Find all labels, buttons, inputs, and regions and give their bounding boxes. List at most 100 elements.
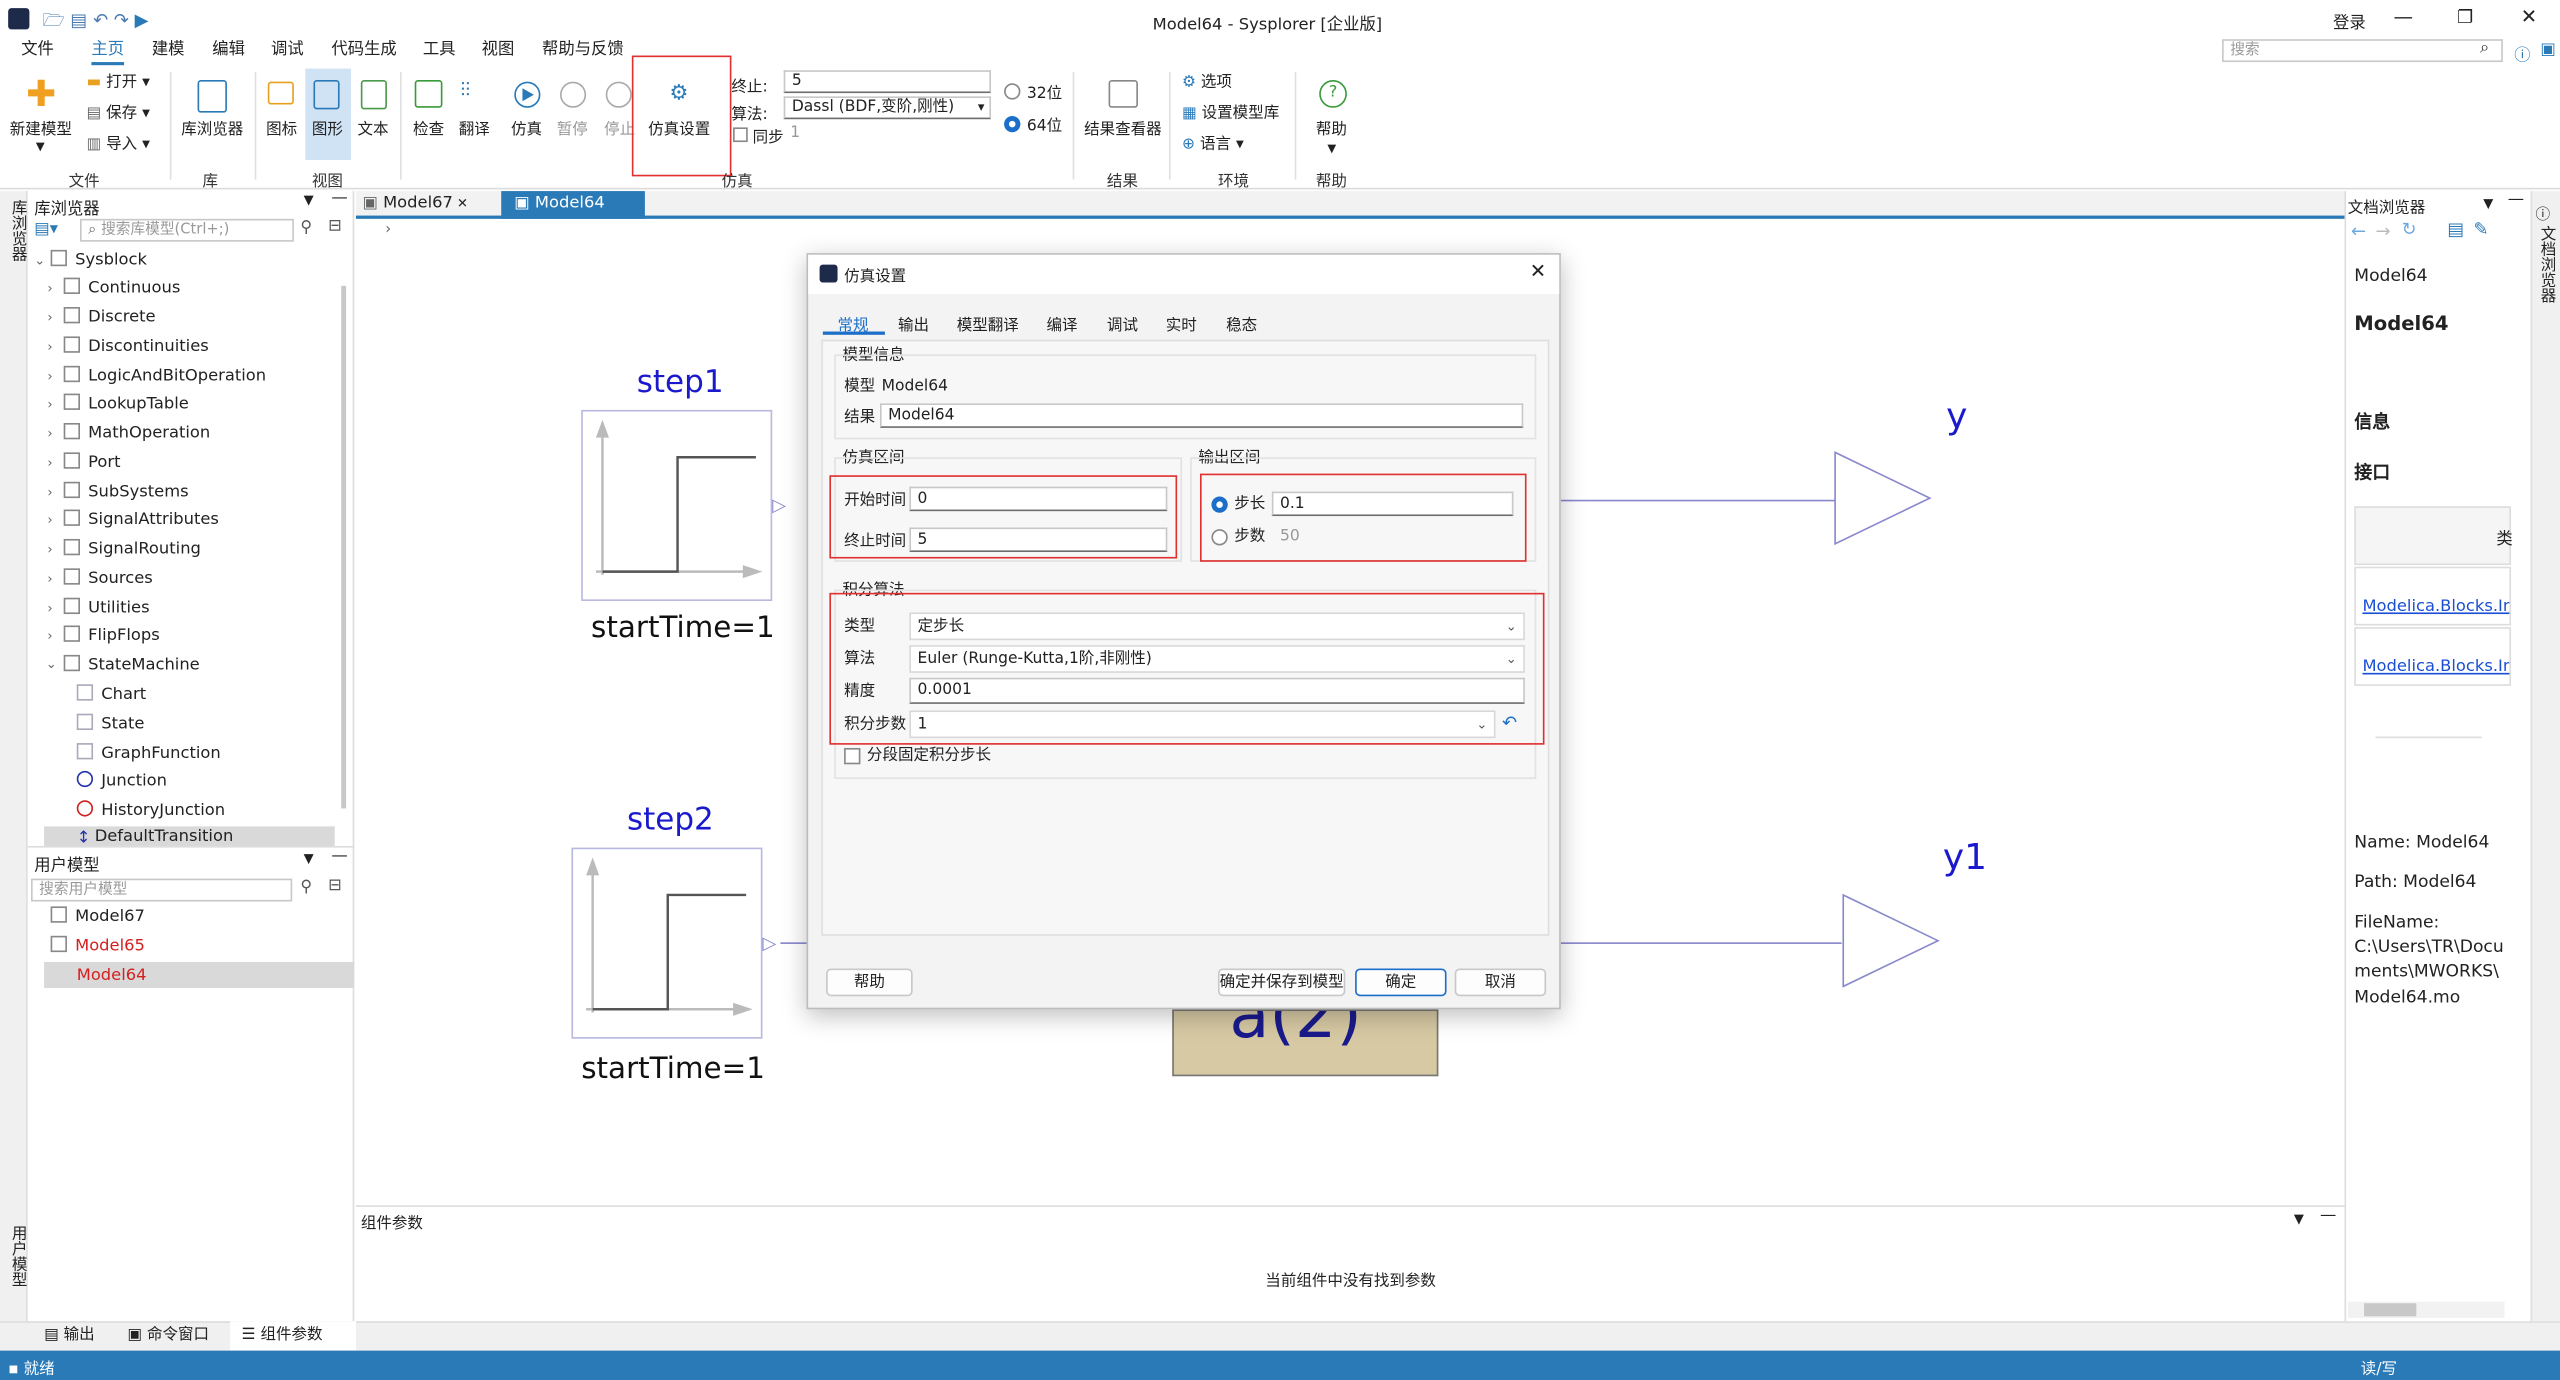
folder-icon[interactable]: 🗁 xyxy=(42,10,64,31)
side-tab-library[interactable]: 库浏览器 xyxy=(5,199,28,261)
menu-file[interactable]: 文件 xyxy=(21,39,54,62)
forward-icon[interactable]: → xyxy=(2376,220,2391,241)
collapse-all-icon[interactable]: ⊟ xyxy=(328,217,342,235)
stop-time-input[interactable]: 5 xyxy=(783,70,992,94)
diagram-view-icon[interactable] xyxy=(313,80,340,110)
menu-edit[interactable]: 编辑 xyxy=(212,39,245,62)
panel-close-icon[interactable]: — xyxy=(2320,1207,2336,1225)
open-button[interactable]: ▬ 打开 ▾ xyxy=(87,73,150,93)
algorithm-select[interactable]: Dassl (BDF,变阶,刚性) ▾ xyxy=(783,96,992,120)
redo-icon[interactable]: ↷ xyxy=(114,10,129,31)
check-button[interactable]: 检查 xyxy=(413,121,444,141)
menu-home[interactable]: 主页 xyxy=(91,39,124,62)
save-icon[interactable]: ▤ xyxy=(70,10,87,31)
menu-debug[interactable]: 调试 xyxy=(271,39,304,62)
bit32-radio[interactable] xyxy=(1004,83,1021,100)
check-icon[interactable] xyxy=(414,80,443,108)
tree-item[interactable]: Sources xyxy=(63,568,153,591)
tab-steady[interactable]: 稳态 xyxy=(1226,312,1257,335)
panel-menu-icon[interactable]: ▼ xyxy=(304,193,314,208)
chevron-down-icon[interactable]: ▼ xyxy=(1327,142,1336,155)
filter-icon[interactable]: ⚲ xyxy=(300,219,312,237)
user-search-input[interactable]: 搜索用户模型 xyxy=(31,878,293,902)
language-button[interactable]: ⊕ 语言 ▾ xyxy=(1182,136,1244,156)
user-model-item-selected[interactable]: Model64 xyxy=(77,965,147,988)
tab-realtime[interactable]: 实时 xyxy=(1166,312,1197,335)
panel-toggle-icon[interactable]: ▣ xyxy=(2540,41,2555,59)
tree-item-graphfunction[interactable]: GraphFunction xyxy=(76,743,221,766)
pause-icon[interactable] xyxy=(559,81,587,108)
menu-codegen[interactable]: 代码生成 xyxy=(331,39,396,62)
translate-icon[interactable]: ⫶⫶ xyxy=(460,78,470,102)
ok-button[interactable]: 确定 xyxy=(1355,968,1447,997)
new-model-button[interactable]: 新建模型 xyxy=(10,121,72,141)
library-browser-icon[interactable] xyxy=(197,80,227,113)
chevron-right-icon[interactable]: › xyxy=(47,513,52,528)
panel-close-icon[interactable]: — xyxy=(331,189,347,207)
tab-component-params[interactable]: ☰ 组件参数 xyxy=(242,1324,323,1347)
tree-item[interactable]: Discontinuities xyxy=(63,336,209,359)
tree-item[interactable]: MathOperation xyxy=(63,422,210,446)
menu-help-feedback[interactable]: 帮助与反馈 xyxy=(542,39,624,62)
menu-modeling[interactable]: 建模 xyxy=(152,39,185,62)
chevron-right-icon[interactable]: › xyxy=(47,340,52,355)
simulate-button[interactable]: 仿真 xyxy=(511,121,542,141)
info-icon[interactable]: ⓘ xyxy=(2536,203,2551,223)
tab-model64[interactable]: ▣ Model64 xyxy=(501,191,645,219)
tab-compile[interactable]: 编译 xyxy=(1047,312,1078,335)
global-search-input[interactable]: 搜索 xyxy=(2222,39,2503,63)
close-icon[interactable]: ✕ xyxy=(453,196,468,211)
tree-item[interactable]: SignalAttributes xyxy=(63,509,219,533)
library-scrollbar[interactable] xyxy=(341,285,347,809)
icon-view-button[interactable]: 图标 xyxy=(266,121,297,141)
panel-close-icon[interactable]: — xyxy=(331,848,347,866)
help-circle-icon[interactable]: ⓘ xyxy=(2514,41,2530,65)
refresh-icon[interactable]: ↻ xyxy=(2402,219,2417,240)
simulate-icon[interactable] xyxy=(514,81,541,108)
result-viewer-icon[interactable] xyxy=(1108,80,1138,108)
tree-item[interactable]: LogicAndBitOperation xyxy=(63,365,266,389)
chevron-down-icon[interactable]: ▼ xyxy=(36,140,45,153)
tree-item[interactable]: Continuous xyxy=(63,277,180,301)
save-button[interactable]: ▤ 保存 ▾ xyxy=(87,105,150,125)
menu-tools[interactable]: 工具 xyxy=(423,39,456,62)
breadcrumb-chevron-icon[interactable]: › xyxy=(385,222,391,238)
search-icon[interactable]: ⌕ xyxy=(2480,39,2489,57)
user-model-item[interactable]: Model67 xyxy=(50,906,145,929)
import-button[interactable]: ▥ 导入 ▾ xyxy=(87,136,150,156)
chevron-right-icon[interactable]: › xyxy=(47,485,52,500)
help-button[interactable]: 帮助 xyxy=(826,968,913,997)
library-search-input[interactable]: ⌕ 搜索库模型(Ctrl+;) xyxy=(79,218,294,242)
step1-block[interactable] xyxy=(581,409,773,601)
tree-item-historyjunction[interactable]: HistoryJunction xyxy=(76,800,225,823)
pause-button[interactable]: 暂停 xyxy=(557,121,588,141)
maximize-icon[interactable]: ❐ xyxy=(2457,7,2473,28)
chevron-right-icon[interactable]: › xyxy=(47,542,52,557)
tab-output[interactable]: ▤ 输出 xyxy=(44,1324,95,1347)
doc-link[interactable]: Modelica.Blocks.In xyxy=(2362,658,2509,676)
translate-button[interactable]: 翻译 xyxy=(459,121,490,141)
tab-debug[interactable]: 调试 xyxy=(1107,312,1138,335)
help-button[interactable]: 帮助 xyxy=(1316,121,1347,141)
tree-item[interactable]: Utilities xyxy=(63,597,150,621)
chevron-right-icon[interactable]: › xyxy=(47,369,52,384)
piecewise-checkbox[interactable] xyxy=(844,747,861,765)
library-browser-button[interactable]: 库浏览器 xyxy=(181,121,243,141)
doc-link[interactable]: Modelica.Blocks.In xyxy=(2362,598,2509,616)
run-icon[interactable]: ▶ xyxy=(135,10,149,31)
cancel-button[interactable]: 取消 xyxy=(1454,968,1547,997)
minimize-icon[interactable]: — xyxy=(2393,5,2413,28)
chevron-right-icon[interactable]: › xyxy=(47,456,52,471)
chevron-down-icon[interactable]: ⌄ xyxy=(34,253,45,268)
doc-view-icon[interactable]: ▤ xyxy=(2447,219,2464,240)
back-icon[interactable]: ← xyxy=(2351,220,2366,241)
chevron-right-icon[interactable]: › xyxy=(47,601,52,616)
panel-menu-icon[interactable]: ▼ xyxy=(2483,196,2493,211)
tree-item[interactable]: StateMachine xyxy=(63,654,200,678)
bit64-radio[interactable] xyxy=(1004,115,1021,133)
help-icon[interactable]: ? xyxy=(1319,80,1347,108)
dialog-close-icon[interactable]: ✕ xyxy=(1530,260,1546,283)
side-tab-doc-browser[interactable]: 文档浏览器 xyxy=(2534,225,2557,303)
save-to-model-button[interactable]: 确定并保存到模型 xyxy=(1217,968,1346,997)
edit-icon[interactable]: ✎ xyxy=(2473,219,2488,240)
